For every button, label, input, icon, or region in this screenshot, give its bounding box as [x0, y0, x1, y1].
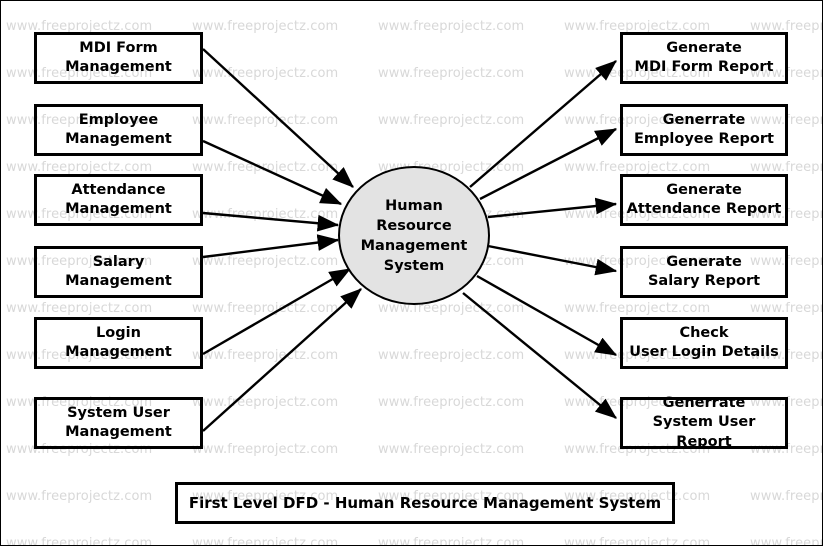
watermark-text: www.freeprojectz.com — [750, 536, 823, 546]
watermark-text: www.freeprojectz.com — [564, 160, 711, 175]
watermark-text: www.freeprojectz.com — [750, 489, 823, 504]
dataflow-arrow-in-1 — [202, 139, 343, 206]
watermark-text: www.freeprojectz.com — [6, 536, 153, 546]
entity-box-generrate-employee-report[interactable]: Generrate Employee Report — [620, 104, 788, 156]
dataflow-arrow-out-2 — [487, 197, 618, 219]
watermark-text: www.freeprojectz.com — [6, 160, 153, 175]
entity-box-generate-mdi-form-report[interactable]: Generate MDI Form Report — [620, 32, 788, 84]
watermark-text: www.freeprojectz.com — [192, 19, 339, 34]
entity-box-mdi-form-management[interactable]: MDI Form Management — [34, 32, 203, 84]
diagram-caption-box: First Level DFD - Human Resource Managem… — [175, 482, 675, 524]
entity-box-label: System User Management — [65, 404, 172, 440]
entity-box-system-user-management[interactable]: System User Management — [34, 397, 203, 449]
entity-box-label: Generrate Employee Report — [634, 111, 774, 147]
watermark-text: www.freeprojectz.com — [192, 395, 339, 410]
watermark-text: www.freeprojectz.com — [192, 66, 339, 81]
watermark-text: www.freeprojectz.com — [378, 113, 525, 128]
watermark-text: www.freeprojectz.com — [192, 442, 339, 457]
entity-box-check-user-login-details[interactable]: Check User Login Details — [620, 317, 788, 369]
dataflow-arrow-in-0 — [202, 48, 354, 188]
watermark-text: www.freeprojectz.com — [6, 301, 153, 316]
dataflow-arrow-out-3 — [487, 244, 618, 276]
entity-box-label: Salary Management — [65, 253, 172, 289]
dataflow-arrow-in-2 — [202, 211, 340, 232]
watermark-text: www.freeprojectz.com — [378, 66, 525, 81]
watermark-text: www.freeprojectz.com — [192, 348, 339, 363]
watermark-text: www.freeprojectz.com — [378, 442, 525, 457]
watermark-text: www.freeprojectz.com — [564, 536, 711, 546]
watermark-text: www.freeprojectz.com — [378, 395, 525, 410]
watermark-text: www.freeprojectz.com — [192, 301, 339, 316]
watermark-text: www.freeprojectz.com — [378, 19, 525, 34]
dataflow-arrow-out-4 — [476, 274, 618, 357]
entity-box-generate-salary-report[interactable]: Generate Salary Report — [620, 246, 788, 298]
watermark-text: www.freeprojectz.com — [378, 536, 525, 546]
entity-box-label: Generate Attendance Report — [626, 181, 782, 217]
watermark-text: www.freeprojectz.com — [378, 348, 525, 363]
process-node-human-resource-management-system[interactable]: Human Resource Management System — [338, 166, 490, 305]
entity-box-generrate-system-user-report[interactable]: Generrate System User Report — [620, 395, 788, 450]
dataflow-arrow-in-5 — [202, 288, 362, 432]
entity-box-employee-management[interactable]: Employee Management — [34, 104, 203, 156]
watermark-text: www.freeprojectz.com — [192, 207, 339, 222]
entity-box-label: Generate Salary Report — [647, 253, 761, 289]
watermark-text: www.freeprojectz.com — [192, 113, 339, 128]
watermark-text: www.freeprojectz.com — [750, 160, 823, 175]
entity-box-generate-attendance-report[interactable]: Generate Attendance Report — [620, 174, 788, 226]
watermark-text: www.freeprojectz.com — [192, 254, 339, 269]
watermark-text: www.freeprojectz.com — [192, 160, 339, 175]
entity-box-label: Generate MDI Form Report — [634, 39, 774, 75]
watermark-text: www.freeprojectz.com — [192, 536, 339, 546]
entity-box-label: Employee Management — [65, 111, 172, 147]
entity-box-label: Generrate System User Report — [652, 395, 756, 450]
entity-box-attendance-management[interactable]: Attendance Management — [34, 174, 203, 226]
dataflow-arrow-out-1 — [479, 127, 618, 201]
watermark-text: www.freeprojectz.com — [564, 301, 711, 316]
entity-box-label: Login Management — [65, 324, 172, 360]
process-node-label: Human Resource Management System — [360, 197, 468, 274]
entity-box-label: MDI Form Management — [65, 39, 172, 75]
dataflow-arrow-in-3 — [202, 234, 340, 259]
entity-box-salary-management[interactable]: Salary Management — [34, 246, 203, 298]
dataflow-arrow-out-0 — [469, 60, 617, 188]
diagram-caption-text: First Level DFD - Human Resource Managem… — [188, 494, 662, 512]
dfd-diagram-canvas: www.freeprojectz.com www.freeprojectz.com… — [0, 0, 823, 546]
dataflow-arrow-out-5 — [462, 292, 617, 419]
entity-box-label: Attendance Management — [65, 181, 172, 217]
dataflow-arrow-in-4 — [202, 267, 352, 356]
entity-box-label: Check User Login Details — [629, 324, 779, 360]
entity-box-login-management[interactable]: Login Management — [34, 317, 203, 369]
watermark-text: www.freeprojectz.com — [6, 489, 153, 504]
watermark-text: www.freeprojectz.com — [750, 301, 823, 316]
